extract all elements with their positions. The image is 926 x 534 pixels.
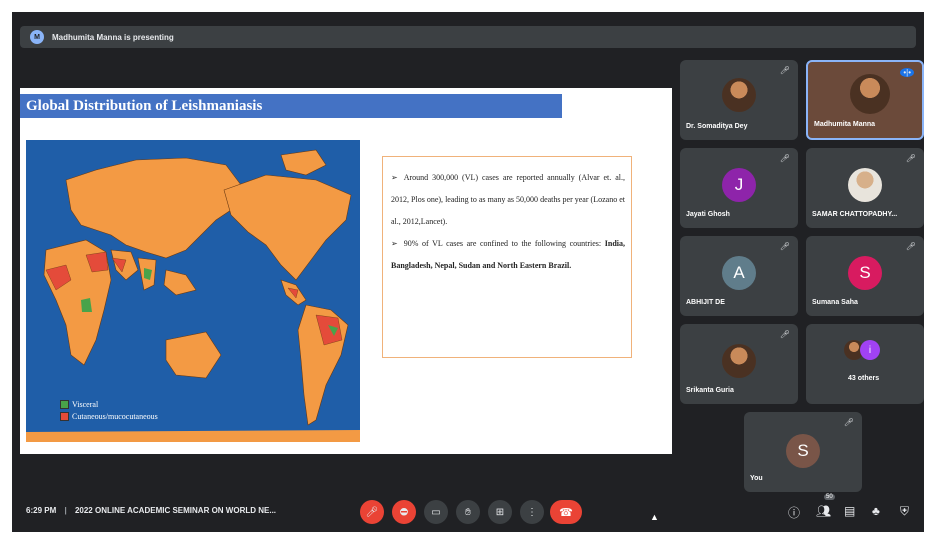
camera-toggle-button[interactable]: ⛔︎ (392, 500, 416, 524)
mic-off-icon: 🎤︎ (779, 154, 790, 163)
participant-name: ABHIJIT DE (686, 299, 725, 306)
participant-name: Jayati Ghosh (686, 211, 730, 218)
participant-tile[interactable]: S 🎤︎ Sumana Saha (806, 236, 924, 316)
host-controls-icon[interactable]: ⛨ (900, 504, 909, 519)
participant-name: Madhumita Manna (814, 121, 876, 128)
participant-name: Srikanta Guria (686, 387, 734, 394)
participant-avatar: A (722, 256, 756, 290)
bullet-text: Around 300,000 (VL) cases are reported a… (391, 173, 625, 226)
meet-window: M Madhumita Manna is presenting Global D… (12, 12, 924, 532)
participant-name: Dr. Somaditya Dey (686, 123, 748, 130)
mic-toggle-button[interactable]: 🎤︎ (360, 500, 384, 524)
captions-button[interactable]: ▭ (424, 500, 448, 524)
slide-text-box: ➢ Around 300,000 (VL) cases are reported … (382, 156, 632, 358)
participant-photo (850, 74, 890, 114)
legend-item-visceral: Visceral (60, 400, 158, 409)
world-map: Visceral Cutaneous/mucocutaneous (26, 140, 360, 442)
chat-icon[interactable]: ▤ (844, 504, 855, 518)
participant-tile[interactable]: 🎤︎ Srikanta Guria (680, 324, 798, 404)
mic-off-icon: 🎤︎ (905, 154, 916, 163)
more-options-button[interactable]: ⋮ (520, 500, 544, 524)
legend-label: Cutaneous/mucocutaneous (72, 412, 158, 421)
end-call-button[interactable]: ☎︎ (550, 500, 582, 524)
participant-avatar: i (860, 340, 880, 360)
participant-name: SAMAR CHATTOPADHY... (812, 211, 898, 218)
shared-slide: Global Distribution of Leishmaniasis Vis… (20, 88, 672, 454)
mic-off-icon: 🎤︎ (779, 66, 790, 75)
meeting-title: 2022 ONLINE ACADEMIC SEMINAR ON WORLD NE… (74, 506, 277, 515)
mouse-cursor-icon: ⌖ (590, 386, 596, 396)
bullet-text: 90% of VL cases are confined to the foll… (403, 239, 605, 248)
participant-tile[interactable]: 🎤︎ SAMAR CHATTOPADHY... (806, 148, 924, 228)
legend-swatch (60, 412, 69, 421)
mic-off-icon: 🎤︎ (779, 242, 790, 251)
separator: | (64, 506, 67, 515)
presenting-text: Madhumita Manna is presenting (52, 32, 174, 42)
self-tile[interactable]: S 🎤︎ You (744, 412, 862, 492)
participant-tile[interactable]: 🎤︎ Dr. Somaditya Dey (680, 60, 798, 140)
participant-name: Sumana Saha (812, 299, 858, 306)
participant-photo (722, 344, 756, 378)
mic-off-icon: 🎤︎ (905, 242, 916, 251)
legend-label: Visceral (72, 400, 99, 409)
participant-avatar: S (786, 434, 820, 468)
present-button[interactable]: ⊞ (488, 500, 512, 524)
participant-photo (848, 168, 882, 202)
mic-off-icon: 🎤︎ (843, 418, 854, 427)
speaking-icon: •|• (900, 68, 914, 77)
participant-tile-active[interactable]: •|• Madhumita Manna (806, 60, 924, 140)
legend-swatch (60, 400, 69, 409)
participant-avatar: J (722, 168, 756, 202)
meeting-info: 6:29 PM | 2022 ONLINE ACADEMIC SEMINAR O… (26, 506, 276, 515)
bullet-1: ➢ Around 300,000 (VL) cases are reported … (391, 167, 625, 233)
bullet-arrow-icon: ➢ (391, 173, 398, 182)
others-count: 43 others (848, 375, 880, 382)
participant-name: You (750, 475, 763, 482)
bottom-toolbar: 6:29 PM | 2022 ONLINE ACADEMIC SEMINAR O… (12, 492, 924, 532)
activities-icon[interactable]: ♣︎ (872, 504, 880, 518)
mic-off-icon: 🎤︎ (779, 330, 790, 339)
participant-tile[interactable]: J 🎤︎ Jayati Ghosh (680, 148, 798, 228)
people-count-badge: 50 (824, 494, 835, 500)
people-icon[interactable]: 👥︎ (816, 504, 831, 518)
clock: 6:29 PM (26, 506, 57, 515)
others-tile[interactable]: i 43 others (806, 324, 924, 404)
participant-avatar: S (848, 256, 882, 290)
bullet-arrow-icon: ➢ (391, 239, 398, 248)
participant-photo (722, 78, 756, 112)
world-map-graphic (26, 140, 360, 442)
cursor-pointer-icon: ▲ (650, 512, 659, 522)
raise-hand-button[interactable]: ✋︎ (456, 500, 480, 524)
participant-tile[interactable]: A 🎤︎ ABHIJIT DE (680, 236, 798, 316)
presenter-avatar: M (30, 30, 44, 44)
presenting-banner: M Madhumita Manna is presenting (20, 26, 916, 48)
bullet-2: ➢ 90% of VL cases are confined to the fol… (391, 233, 625, 277)
info-icon[interactable]: ⓘ (788, 504, 800, 521)
legend-item-cutaneous: Cutaneous/mucocutaneous (60, 412, 158, 421)
map-legend: Visceral Cutaneous/mucocutaneous (60, 400, 158, 424)
slide-title: Global Distribution of Leishmaniasis (20, 94, 562, 118)
